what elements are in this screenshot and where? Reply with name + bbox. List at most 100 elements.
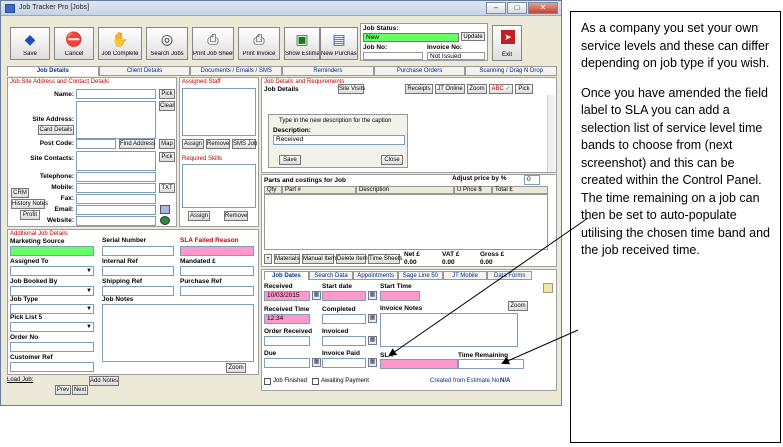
post-code-input[interactable] [76, 139, 116, 149]
job-notes-input[interactable] [102, 304, 254, 362]
chevron-down-icon[interactable]: ▼ [85, 267, 93, 275]
site-visits-button[interactable]: Site Visits [338, 84, 365, 94]
time-sheets-button[interactable]: Time Sheets [368, 254, 402, 264]
invoiced-date-input[interactable] [322, 336, 366, 346]
calendar-icon[interactable]: ▦ [368, 358, 377, 367]
search-jobs-button[interactable]: ◎ Search Jobs [146, 27, 188, 60]
print-job-sheet-button[interactable]: ⎙ Print Job Sheet [192, 27, 234, 60]
chevron-down-icon[interactable]: ▼ [85, 323, 93, 331]
tab-job-dates[interactable]: Job Dates [264, 271, 309, 280]
job-no-field[interactable] [363, 52, 423, 60]
globe-icon[interactable] [160, 216, 170, 225]
job-type-select[interactable] [10, 304, 94, 314]
pick-job-button[interactable]: Pick [515, 84, 533, 94]
tab-scanning[interactable]: Scanning / Drag N Drop [465, 66, 558, 76]
new-purchase-button[interactable]: ▤ New Purchase [320, 27, 358, 60]
shipping-ref-input[interactable] [102, 286, 174, 296]
job-booked-by-select[interactable] [10, 286, 94, 296]
chevron-down-icon[interactable]: ▼ [85, 287, 93, 295]
customer-ref-input[interactable] [10, 362, 94, 372]
manual-item-button[interactable]: Manual Item [302, 254, 336, 264]
next-button[interactable]: Next [72, 385, 88, 395]
remove-skill-button[interactable]: Remove [224, 211, 248, 221]
show-estimate-button[interactable]: ▣Show Estimate [284, 27, 320, 60]
calendar-icon[interactable]: ▦ [312, 291, 321, 300]
delete-item-button[interactable]: Delete Item [336, 254, 368, 264]
jt-online-button[interactable]: JT Online [435, 84, 465, 94]
email-icon[interactable] [160, 205, 170, 214]
completed-date-input[interactable] [322, 314, 366, 324]
close-button[interactable]: ✕ [528, 2, 558, 14]
calendar-icon[interactable]: ▦ [368, 336, 377, 345]
calendar-icon[interactable]: ▦ [312, 358, 321, 367]
minimize-button[interactable]: – [486, 2, 506, 14]
mandated-input[interactable] [180, 266, 254, 276]
update-button[interactable]: Update [461, 32, 485, 41]
notes-zoom-button[interactable]: Zoom [226, 363, 246, 373]
mobile-input[interactable] [76, 183, 156, 193]
website-input[interactable] [76, 216, 156, 226]
clear-button[interactable]: Clear [159, 101, 175, 111]
description-input[interactable]: Received [273, 135, 405, 145]
find-address-button[interactable]: Find Address [119, 139, 155, 149]
site-address-input[interactable] [76, 101, 156, 139]
caption-close-button[interactable]: Close [381, 155, 403, 165]
sms-job-button[interactable]: SMS Job [232, 139, 257, 149]
invoice-notes-input[interactable] [380, 313, 518, 347]
calendar-icon[interactable]: ▦ [368, 314, 377, 323]
tab-client-details[interactable]: Client Details [98, 66, 191, 76]
due-date-input[interactable] [264, 358, 310, 368]
sla-failed-reason-input[interactable] [180, 246, 254, 256]
materials-button[interactable]: Materials [274, 254, 300, 264]
zoom-button[interactable]: Zoom [467, 84, 487, 94]
tab-documents[interactable]: Documents / Emails / SMS [190, 66, 283, 76]
map-button[interactable]: Map [159, 139, 175, 149]
exit-button[interactable]: ➤ Exit [492, 25, 522, 61]
start-date-input[interactable] [322, 291, 366, 301]
assign-skill-button[interactable]: Assign [188, 211, 210, 221]
name-input[interactable] [76, 89, 156, 99]
tab-job-details[interactable]: Job Details [7, 66, 99, 76]
prev-button[interactable]: Prev [55, 385, 71, 395]
calendar-icon[interactable]: ▦ [368, 291, 377, 300]
time-remaining-input[interactable] [458, 359, 524, 369]
awaiting-payment-checkbox[interactable] [312, 378, 319, 385]
adjust-price-input[interactable]: 0 [524, 175, 540, 185]
start-time-input[interactable] [380, 291, 420, 301]
pick-name-button[interactable]: Pick [159, 89, 175, 99]
job-complete-button[interactable]: ✋ Job Complete [98, 27, 142, 60]
tab-purchase-orders[interactable]: Purchase Orders [373, 66, 466, 76]
tab-jt-mobile[interactable]: JT Mobile [442, 271, 488, 280]
marketing-source-select[interactable] [10, 246, 94, 256]
invoice-paid-input[interactable] [322, 358, 366, 368]
save-button[interactable]: ◆ Save [10, 27, 50, 60]
internal-ref-input[interactable] [102, 266, 174, 276]
tab-appointments[interactable]: Appointments [353, 271, 399, 280]
invoice-notes-zoom-button[interactable]: Zoom [508, 301, 528, 311]
chevron-down-icon[interactable]: ▼ [85, 305, 93, 313]
fax-input[interactable] [76, 194, 156, 204]
sla-select[interactable] [380, 359, 458, 369]
site-contacts-input[interactable] [76, 151, 156, 171]
pick-list-select[interactable] [10, 322, 94, 332]
parts-table[interactable] [264, 194, 548, 250]
remove-staff-button[interactable]: Remove [206, 139, 230, 149]
job-status-field[interactable]: New [363, 33, 459, 42]
cancel-button[interactable]: ⛔ Cancel [54, 27, 94, 60]
caption-save-button[interactable]: Save [279, 155, 301, 165]
tab-search-data[interactable]: Search Data [308, 271, 354, 280]
email-input[interactable] [76, 205, 156, 215]
pick-contact-button[interactable]: Pick [159, 152, 175, 162]
invoice-no-field[interactable]: Not Issued [427, 52, 485, 60]
purchase-ref-input[interactable] [180, 286, 254, 296]
received-time-input[interactable]: 12:34 [264, 314, 310, 324]
assigned-staff-list[interactable] [182, 88, 256, 136]
tab-data-forms[interactable]: Data Forms [487, 271, 533, 280]
assign-staff-button[interactable]: Assign [182, 139, 204, 149]
txt-button[interactable]: TXT [159, 183, 175, 193]
telephone-input[interactable] [76, 172, 156, 182]
required-skills-list[interactable] [182, 164, 256, 208]
order-no-input[interactable] [10, 342, 94, 352]
order-received-input[interactable] [264, 336, 310, 346]
card-details-button[interactable]: Card Details [38, 125, 74, 135]
